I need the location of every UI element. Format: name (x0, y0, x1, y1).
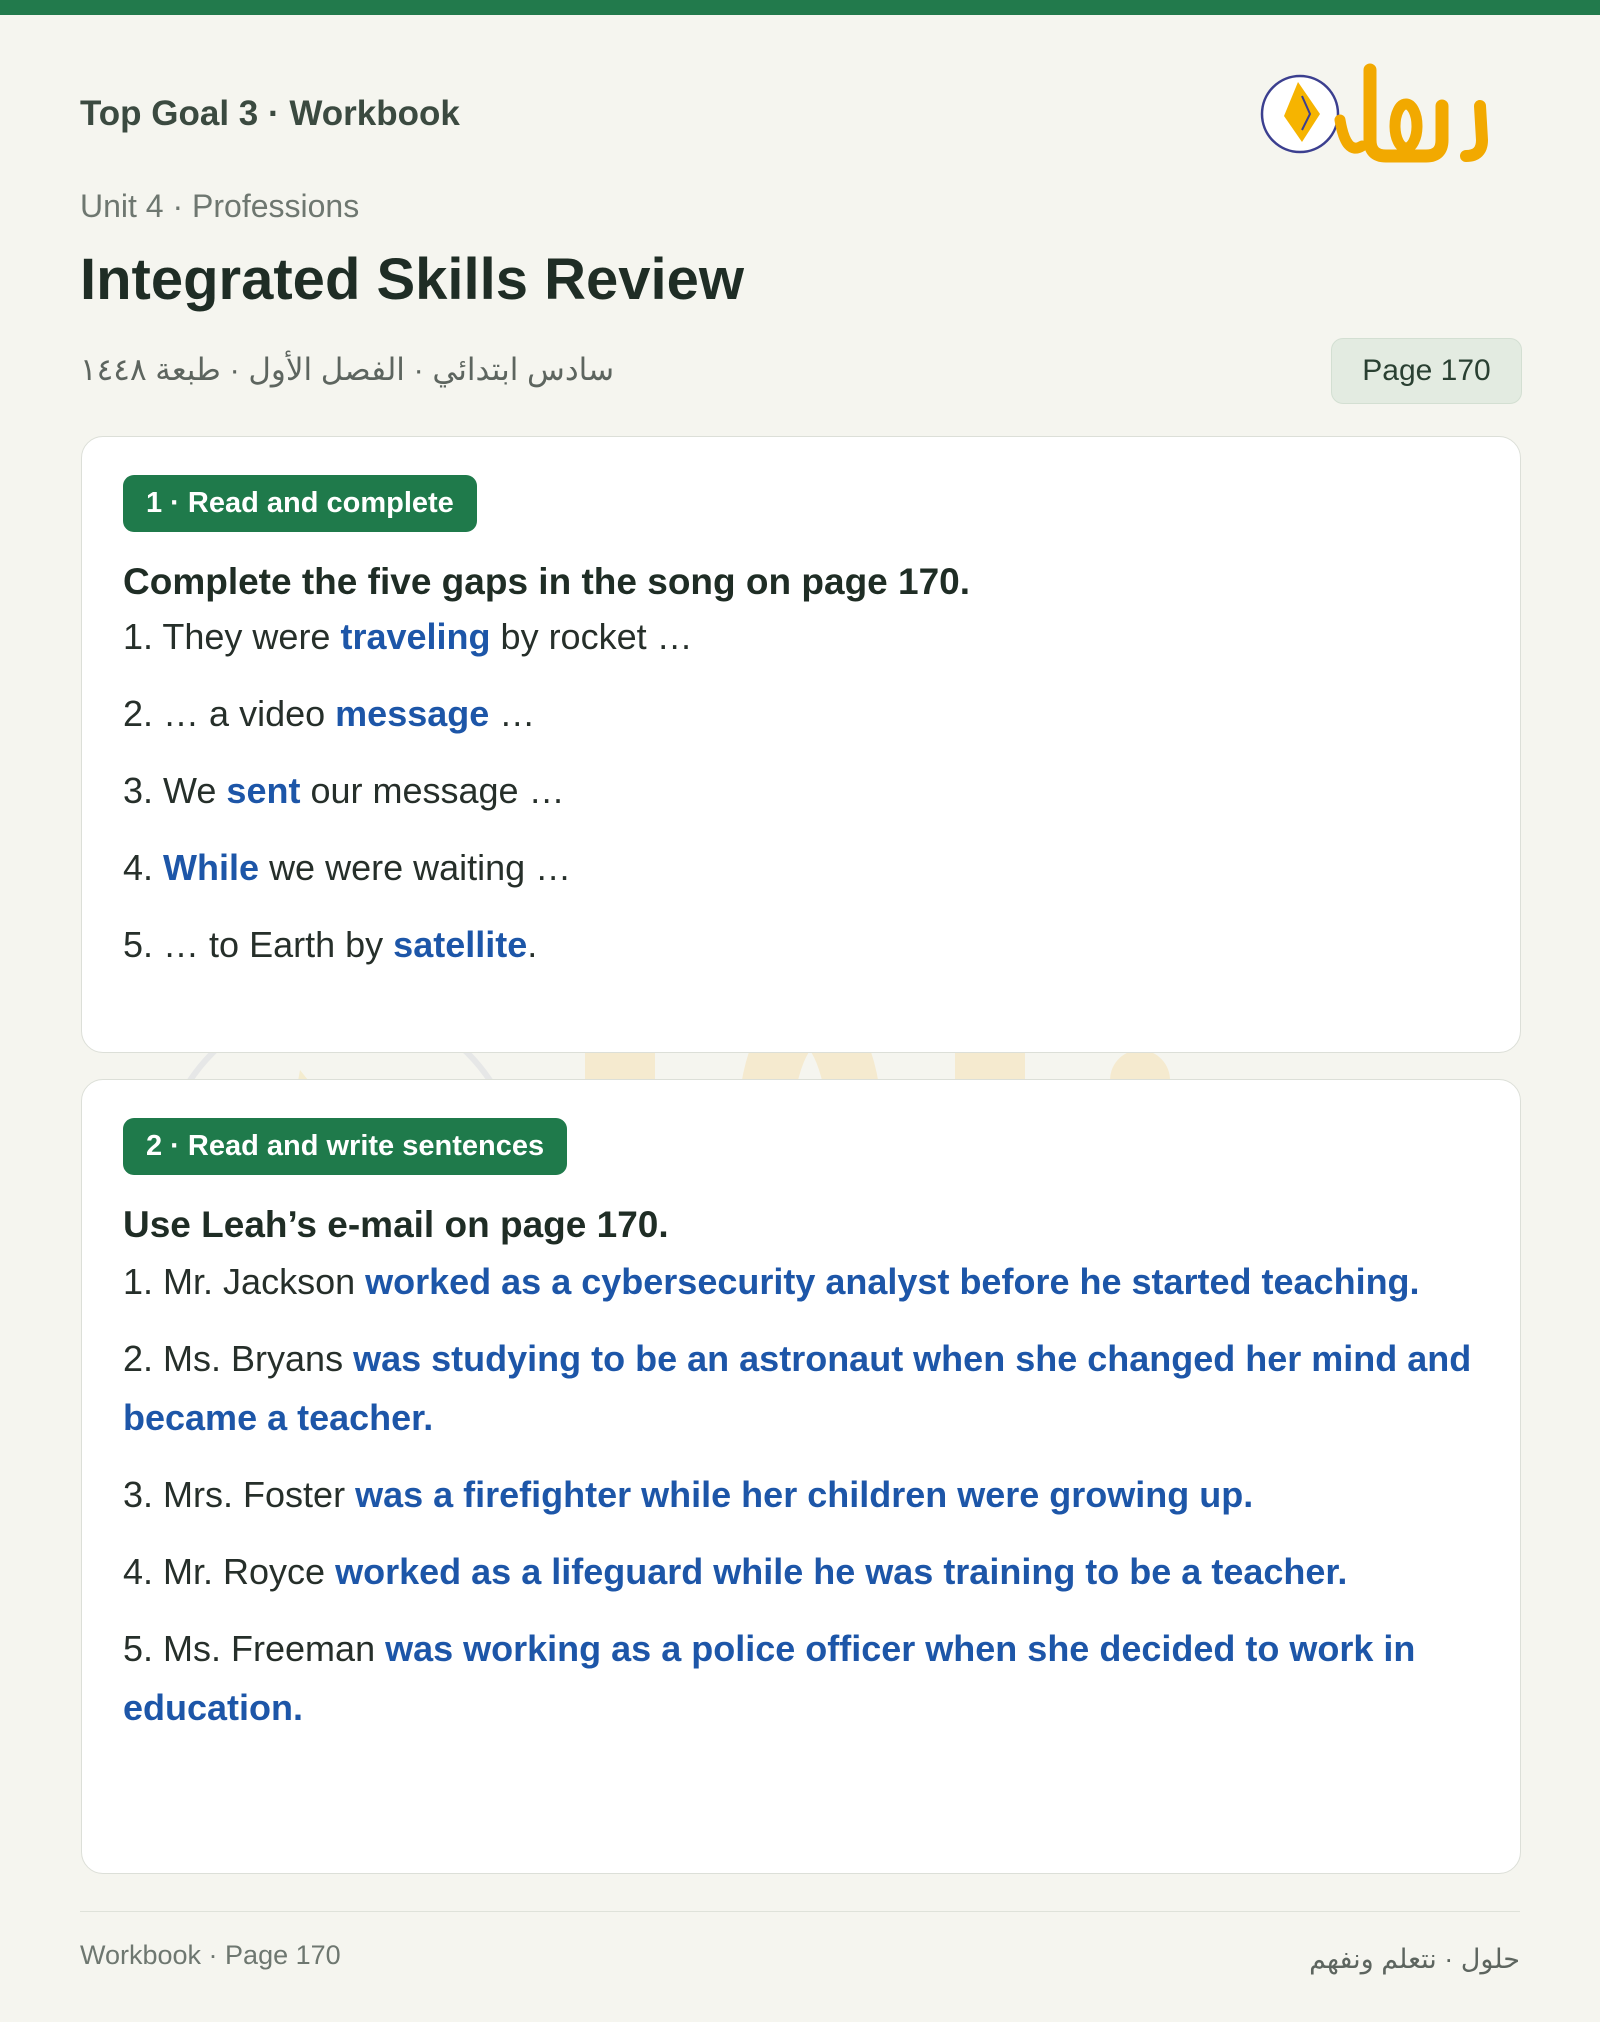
list-item: 3. We sent our message … (123, 770, 565, 811)
list-item: 4. Mr. Royce worked as a lifeguard while… (123, 1551, 1348, 1592)
answer-list: 1. Mr. Jackson worked as a cybersecurity… (123, 1252, 1483, 1755)
footer-page-label: Workbook · Page 170 (80, 1940, 341, 1970)
list-item: 3. Mrs. Foster was a firefighter while h… (123, 1474, 1254, 1515)
answer-list: 1. They were traveling by rocket … 2. … … (123, 607, 1483, 992)
list-item: 5. Ms. Freeman was working as a police o… (123, 1628, 1416, 1728)
list-item: 1. They were traveling by rocket … (123, 616, 693, 657)
list-item: 4. While we were waiting … (123, 847, 572, 888)
answer-text: was a firefighter while her children wer… (355, 1474, 1254, 1515)
answer-text: worked as a cybersecurity analyst before… (365, 1261, 1420, 1302)
halool-logo (1260, 63, 1489, 163)
top-accent-bar (0, 0, 1600, 15)
section-card-read-and-complete: 1 · Read and complete Complete the five … (81, 436, 1521, 1053)
section-card-read-and-write: 2 · Read and write sentences Use Leah’s … (81, 1079, 1521, 1874)
list-item: 2. Ms. Bryans was studying to be an astr… (123, 1338, 1472, 1438)
answer-text: satellite (393, 924, 528, 965)
answer-text: traveling (340, 616, 491, 657)
answer-text: message (335, 693, 490, 734)
footer-slogan: حلول · نتعلم ونفهم (1309, 1944, 1520, 1974)
list-item: 2. … a video message … (123, 693, 536, 734)
answer-text: worked as a lifeguard while he was train… (335, 1551, 1348, 1592)
answer-text: sent (226, 770, 301, 811)
page-number-badge: Page 170 (1331, 338, 1522, 404)
workbook-title: Top Goal 3 · Workbook (80, 94, 460, 133)
section-tag: 1 · Read and complete (123, 475, 477, 532)
footer-divider (80, 1911, 1520, 1912)
answer-text: While (163, 847, 260, 888)
section-instruction: Complete the five gaps in the song on pa… (123, 561, 971, 602)
list-item: 5. … to Earth by satellite. (123, 924, 538, 965)
page-title: Integrated Skills Review (80, 247, 745, 312)
grade-term-edition: سادس ابتدائي · الفصل الأول · طبعة ١٤٤٨ (80, 352, 615, 387)
unit-label: Unit 4 · Professions (80, 188, 360, 224)
section-instruction: Use Leah’s e-mail on page 170. (123, 1204, 669, 1245)
list-item: 1. Mr. Jackson worked as a cybersecurity… (123, 1261, 1420, 1302)
section-tag: 2 · Read and write sentences (123, 1118, 568, 1175)
